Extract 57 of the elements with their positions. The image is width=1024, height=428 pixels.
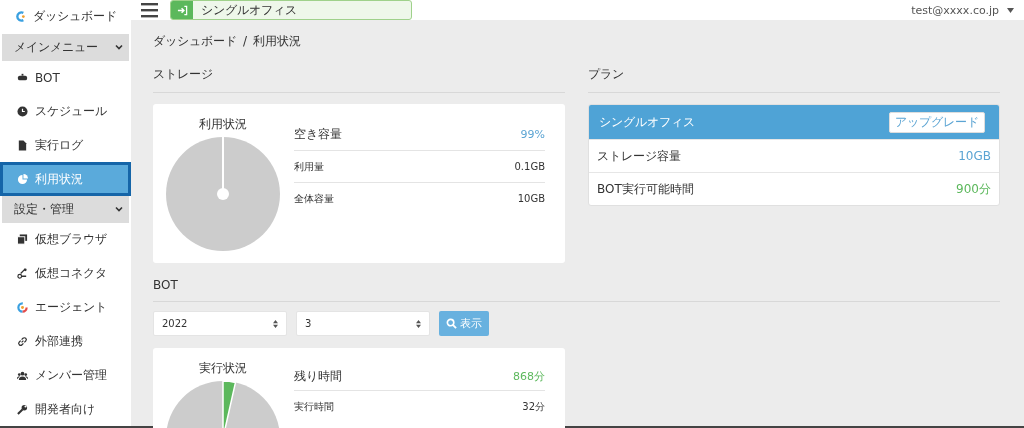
sidebar-item[interactable]: メンバー管理 <box>0 358 131 393</box>
plan-label: ストレージ容量 <box>597 147 681 165</box>
chevron-icon <box>115 205 123 214</box>
sidebar-item[interactable]: エージェント <box>0 290 131 325</box>
sidebar-item[interactable]: ダッシュボード <box>0 0 131 34</box>
users-icon <box>17 369 28 381</box>
section-heading: プラン <box>588 60 1000 93</box>
sort-icon <box>416 319 421 328</box>
breadcrumb-item: 利用状況 <box>253 32 302 50</box>
logo-icon <box>16 11 27 23</box>
plan-badge: シングルオフィス <box>170 0 412 20</box>
wrench-icon <box>17 403 28 415</box>
stat-value: 10GB <box>517 193 545 204</box>
sidebar-item[interactable]: 開発者向け <box>0 392 131 426</box>
connector-icon <box>17 268 28 280</box>
stat-value: 868分 <box>513 368 545 384</box>
sidebar-item[interactable]: BOT <box>0 60 131 95</box>
sign-in-icon <box>176 4 188 16</box>
chart-title: 利用状況 <box>198 116 247 133</box>
file-icon <box>17 139 28 151</box>
user-menu[interactable]: test@xxxx.co.jp <box>911 3 1014 17</box>
stat-value: 32分 <box>522 399 545 414</box>
stat-label: 残り時間 <box>294 367 342 385</box>
sort-icon <box>273 319 278 328</box>
stat-label: 利用量 <box>294 159 324 174</box>
sidebar-item[interactable]: 実行ログ <box>0 128 131 163</box>
sidebar-item[interactable]: スケジュール <box>0 94 131 129</box>
stat-label: 空き容量 <box>294 125 342 143</box>
chart-title: 実行状況 <box>198 360 247 377</box>
stat-label: 全体容量 <box>294 191 334 206</box>
search-icon <box>446 318 457 329</box>
section-heading: ストレージ <box>153 60 565 93</box>
breadcrumb-item[interactable]: ダッシュボード <box>153 32 237 50</box>
select-field[interactable]: 2022 <box>153 311 287 336</box>
caret-icon <box>1007 7 1014 13</box>
breadcrumb-separator: / <box>243 34 248 48</box>
sidebar-item[interactable]: 外部連携 <box>0 324 131 359</box>
plan-label: BOT実行可能時間 <box>597 180 694 198</box>
select-field[interactable]: 3 <box>296 311 430 336</box>
sidebar-item[interactable]: 仮想ブラウザ <box>0 222 131 257</box>
pie-chart-icon <box>17 173 28 185</box>
link-icon <box>17 335 28 347</box>
stat-value: 99% <box>520 127 545 141</box>
plan-value: 900分 <box>956 180 991 198</box>
menu-section-header[interactable]: 設定・管理 <box>2 196 129 223</box>
section-heading: BOT <box>153 272 1000 302</box>
clock-icon <box>17 105 28 117</box>
plan-name: シングルオフィス <box>599 113 695 131</box>
menu-icon <box>141 2 158 18</box>
ring-icon <box>17 302 28 313</box>
windows-icon <box>17 234 28 246</box>
chevron-icon <box>115 43 123 52</box>
stat-label: 実行時間 <box>294 399 334 414</box>
menu-section-header[interactable]: メインメニュー <box>2 33 129 61</box>
sidebar-item[interactable]: 仮想コネクタ <box>0 256 131 291</box>
stat-value: 0.1GB <box>514 161 545 172</box>
plan-value: 10GB <box>958 149 991 163</box>
